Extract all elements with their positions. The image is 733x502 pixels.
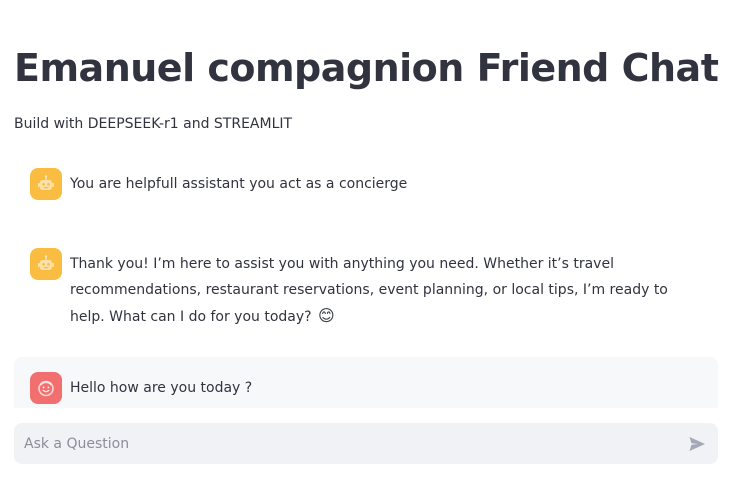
robot-icon bbox=[30, 248, 62, 280]
send-icon bbox=[689, 437, 705, 451]
robot-icon bbox=[30, 168, 62, 200]
chat-message-assistant: Thank you! I’m here to assist you with a… bbox=[14, 248, 718, 330]
chat-input[interactable] bbox=[14, 423, 664, 464]
chat-message-assistant: You are helpfull assistant you act as a … bbox=[14, 168, 718, 200]
page-title: Emanuel compagnion Friend Chat bbox=[14, 46, 719, 90]
message-text: Hello how are you today ? bbox=[70, 380, 253, 396]
message-text: You are helpfull assistant you act as a … bbox=[70, 176, 408, 192]
page-subtitle: Build with DEEPSEEK-r1 and STREAMLIT bbox=[14, 116, 293, 132]
send-button[interactable] bbox=[684, 431, 710, 457]
chat-input-container bbox=[14, 423, 718, 464]
message-text: Thank you! I’m here to assist you with a… bbox=[70, 248, 702, 330]
message-body: Thank you! I’m here to assist you with a… bbox=[70, 256, 668, 325]
smiling-face-icon bbox=[30, 372, 62, 404]
smiling-emoji: 😊 bbox=[318, 306, 335, 325]
